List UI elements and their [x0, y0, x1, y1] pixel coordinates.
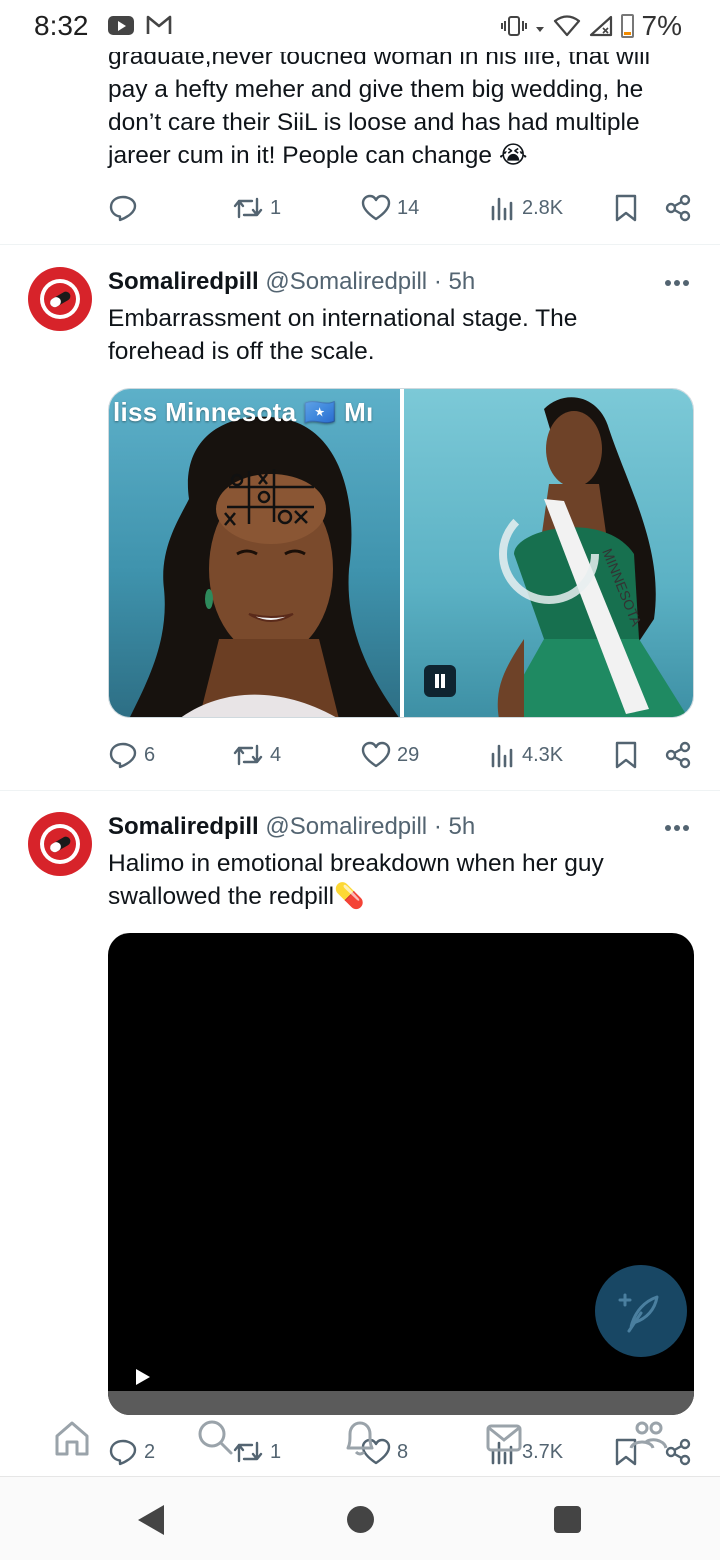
- notification-icons: [108, 14, 172, 36]
- nav-home[interactable]: [52, 1418, 92, 1463]
- media-video-2[interactable]: MINNESOTA: [404, 389, 693, 717]
- nav-notifications[interactable]: [340, 1418, 380, 1463]
- share-icon: [665, 741, 691, 769]
- retweet-count: 4: [270, 743, 282, 766]
- reply-button[interactable]: 6: [108, 740, 155, 770]
- status-bar: 8:32 7%: [0, 0, 720, 52]
- home-icon: [55, 1421, 89, 1456]
- tweet-actions: 1 14 2.8K: [108, 188, 698, 228]
- bookmark-icon: [615, 741, 637, 769]
- pause-icon[interactable]: [424, 665, 456, 697]
- share-button[interactable]: [664, 741, 692, 769]
- share-button[interactable]: [664, 194, 692, 222]
- heart-icon: [361, 741, 391, 768]
- system-navigation-bar: [0, 1476, 720, 1560]
- more-options-icon[interactable]: [664, 823, 690, 833]
- tweet-time: · 5h: [433, 813, 476, 840]
- like-count: 14: [397, 196, 420, 219]
- media-image-1[interactable]: liss Minnesota 🇸🇴 Mı: [109, 389, 400, 717]
- views-button[interactable]: 4.3K: [490, 742, 563, 768]
- tweet-divider: [0, 790, 720, 791]
- vibrate-icon: [500, 16, 527, 36]
- bookmark-button[interactable]: [614, 193, 638, 223]
- tweet-text: Halimo in emotional breakdown when her g…: [108, 850, 604, 910]
- nav-messages[interactable]: [484, 1418, 524, 1463]
- share-icon: [665, 194, 691, 222]
- search-icon: [198, 1420, 233, 1455]
- system-status-icons: 7%: [500, 10, 682, 42]
- media-caption: liss Minnesota 🇸🇴 Mı: [113, 397, 374, 427]
- gmail-icon: [146, 14, 172, 36]
- retweet-icon: [233, 744, 263, 766]
- data-icon: [535, 27, 544, 32]
- tweet-actions: 6 4 29 4.3K: [108, 735, 698, 775]
- tweet-text: graduate,never touched woman in his life…: [108, 43, 651, 169]
- retweet-icon: [233, 197, 263, 219]
- author-handle[interactable]: @Somaliredpill: [265, 268, 427, 295]
- author-handle[interactable]: @Somaliredpill: [265, 813, 427, 840]
- author-name[interactable]: Somaliredpill: [108, 813, 259, 840]
- communities-icon: [629, 1421, 668, 1449]
- reply-icon: [109, 742, 137, 769]
- recent-apps-icon[interactable]: [554, 1506, 581, 1533]
- battery-percent: 7%: [641, 10, 682, 41]
- bell-icon: [346, 1421, 374, 1456]
- avatar[interactable]: [27, 266, 93, 332]
- tweet-text: Embarrassment on international stage. Th…: [108, 305, 578, 365]
- back-icon[interactable]: [138, 1505, 164, 1535]
- tweet-header: Somaliredpill @Somaliredpill · 5h: [108, 268, 475, 296]
- reply-icon: [109, 195, 137, 222]
- compose-feather-icon: [618, 1293, 659, 1333]
- signal-icon: [589, 15, 612, 37]
- like-button[interactable]: 29: [361, 741, 419, 769]
- reply-count: 6: [144, 743, 156, 766]
- wifi-icon: [553, 15, 580, 37]
- reply-button[interactable]: [108, 193, 144, 223]
- avatar[interactable]: [27, 811, 93, 877]
- like-count: 29: [397, 743, 420, 766]
- mail-icon: [486, 1424, 522, 1452]
- analytics-icon: [491, 744, 513, 768]
- heart-icon: [361, 194, 391, 221]
- retweet-button[interactable]: 4: [232, 740, 281, 770]
- bookmark-icon: [615, 194, 637, 222]
- tweet-divider: [0, 244, 720, 245]
- youtube-icon: [108, 15, 134, 35]
- battery-icon: [620, 14, 634, 38]
- tweet-header: Somaliredpill @Somaliredpill · 5h: [108, 813, 475, 841]
- views-count: 2.8K: [522, 196, 564, 219]
- compose-post-button[interactable]: [595, 1265, 687, 1357]
- nav-search[interactable]: [196, 1418, 236, 1463]
- retweet-count: 1: [270, 196, 282, 219]
- like-button[interactable]: 14: [361, 194, 419, 222]
- tweet-time: · 5h: [433, 268, 476, 295]
- analytics-icon: [491, 197, 513, 221]
- status-time: 8:32: [34, 10, 89, 41]
- play-icon[interactable]: [136, 1369, 150, 1385]
- views-count: 4.3K: [522, 743, 564, 766]
- views-button[interactable]: 2.8K: [490, 195, 563, 221]
- home-button-icon[interactable]: [347, 1506, 374, 1533]
- bottom-tab-bar: [0, 1408, 720, 1474]
- retweet-button[interactable]: 1: [232, 193, 281, 223]
- bookmark-button[interactable]: [614, 740, 638, 770]
- nav-communities[interactable]: [628, 1418, 668, 1463]
- media-grid[interactable]: liss Minnesota 🇸🇴 Mı MINNESOTA: [108, 388, 694, 718]
- author-name[interactable]: Somaliredpill: [108, 268, 259, 295]
- more-options-icon[interactable]: [664, 278, 690, 288]
